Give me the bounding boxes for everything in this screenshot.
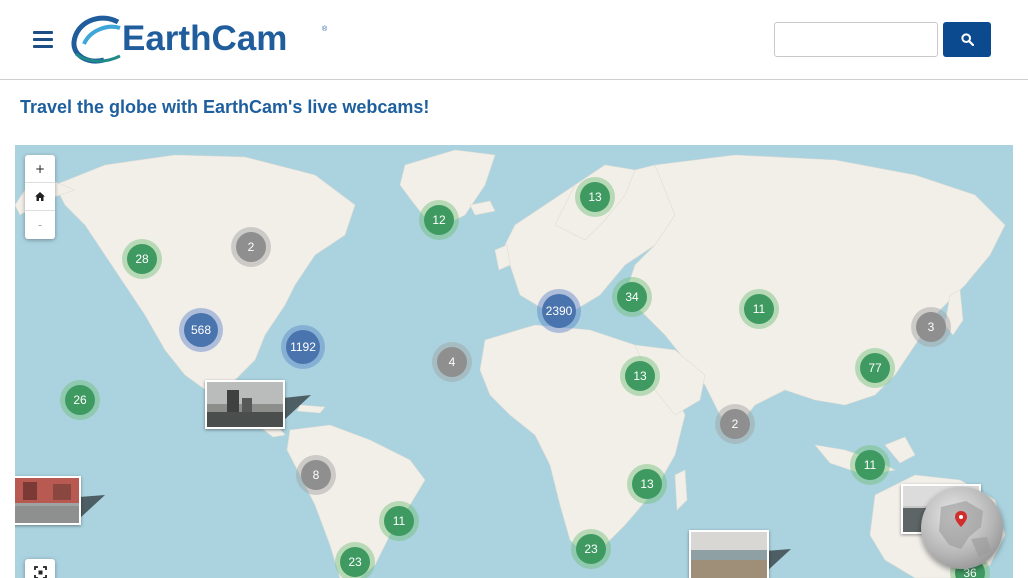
map-cluster[interactable]: 11 — [850, 445, 890, 485]
cluster-count: 28 — [127, 244, 157, 274]
cluster-count: 11 — [384, 506, 414, 536]
thumbnail-pointer — [79, 495, 105, 519]
search-button[interactable] — [943, 22, 991, 57]
site-header: EarthCam ® — [0, 0, 1028, 80]
webcam-thumbnail[interactable] — [15, 476, 81, 525]
map-cluster[interactable]: 77 — [855, 348, 895, 388]
cluster-count: 23 — [576, 534, 606, 564]
cluster-count: 568 — [184, 313, 218, 347]
webcam-thumbnail[interactable] — [205, 380, 285, 429]
fullscreen-icon — [33, 565, 47, 578]
webcam-thumbnail-image — [207, 382, 283, 427]
logo-swoosh-icon — [71, 15, 121, 64]
map-cluster[interactable]: 568 — [179, 308, 223, 352]
map-cluster[interactable]: 2390 — [537, 289, 581, 333]
cluster-count: 2 — [720, 409, 750, 439]
map-cluster[interactable]: 2 — [231, 227, 271, 267]
map-cluster[interactable]: 13 — [627, 464, 667, 504]
map-cluster[interactable]: 12 — [419, 200, 459, 240]
map-cluster[interactable]: 4 — [432, 342, 472, 382]
map-cluster[interactable]: 13 — [575, 177, 615, 217]
map-cluster[interactable]: 13 — [620, 356, 660, 396]
thumbnail-pointer — [283, 395, 311, 421]
map-cluster[interactable]: 23 — [335, 542, 375, 578]
cluster-count: 8 — [301, 460, 331, 490]
cluster-count: 23 — [340, 547, 370, 577]
zoom-in-button[interactable]: + — [25, 155, 55, 183]
map-cluster[interactable]: 1192 — [281, 325, 325, 369]
map-cluster[interactable]: 26 — [60, 380, 100, 420]
webcam-thumbnail[interactable] — [689, 530, 769, 578]
home-icon — [35, 192, 45, 201]
cluster-count: 2 — [236, 232, 266, 262]
cluster-count: 1192 — [286, 330, 320, 364]
map-cluster[interactable]: 11 — [379, 501, 419, 541]
cluster-count: 2390 — [542, 294, 576, 328]
cluster-count: 34 — [617, 282, 647, 312]
webcam-thumbnail-image — [15, 478, 79, 523]
logo-text: EarthCam — [122, 19, 288, 58]
search-input[interactable] — [774, 22, 938, 57]
cluster-count: 13 — [580, 182, 610, 212]
map-cluster[interactable]: 23 — [571, 529, 611, 569]
map-cluster[interactable]: 28 — [122, 239, 162, 279]
page-headline: Travel the globe with EarthCam's live we… — [20, 97, 430, 117]
home-button[interactable] — [25, 183, 55, 211]
map-cluster[interactable]: 34 — [612, 277, 652, 317]
map-cluster[interactable]: 3 — [911, 307, 951, 347]
map-cluster[interactable]: 2 — [715, 404, 755, 444]
logo-registered-mark: ® — [322, 26, 328, 33]
hamburger-menu-icon[interactable] — [33, 31, 53, 48]
webcam-thumbnail-image — [691, 532, 767, 578]
world-map[interactable]: + - 28 2 12 13 568 1192 2390 34 11 3 4 2… — [15, 145, 1013, 578]
zoom-control: + - — [25, 155, 55, 239]
globe-map-icon — [939, 501, 991, 557]
thumbnail-pointer — [765, 549, 791, 573]
cluster-count: 77 — [860, 353, 890, 383]
map-cluster[interactable]: 11 — [739, 289, 779, 329]
cluster-count: 11 — [744, 294, 774, 324]
cluster-count: 13 — [625, 361, 655, 391]
fullscreen-button[interactable] — [25, 559, 55, 578]
cluster-count: 11 — [855, 450, 885, 480]
mini-globe[interactable] — [921, 487, 1003, 569]
earthcam-logo[interactable]: EarthCam ® — [70, 14, 332, 66]
search-icon — [960, 33, 974, 46]
cluster-count: 13 — [632, 469, 662, 499]
cluster-count: 3 — [916, 312, 946, 342]
map-cluster[interactable]: 8 — [296, 455, 336, 495]
zoom-out-button[interactable]: - — [25, 211, 55, 239]
cluster-count: 26 — [65, 385, 95, 415]
cluster-count: 12 — [424, 205, 454, 235]
cluster-count: 4 — [437, 347, 467, 377]
